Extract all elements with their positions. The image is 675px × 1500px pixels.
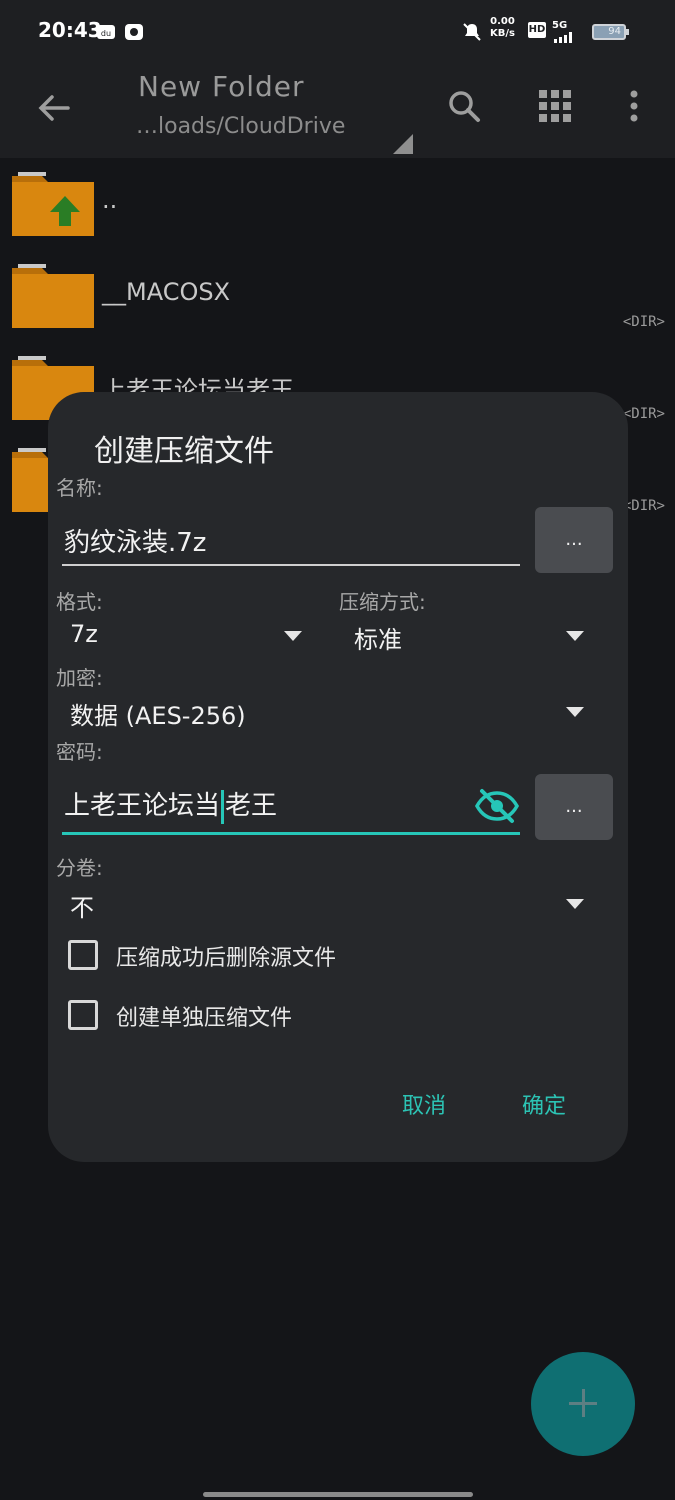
cancel-button[interactable]: 取消: [402, 1088, 446, 1120]
method-caret-icon[interactable]: [566, 631, 584, 641]
status-time: 20:43: [38, 18, 102, 42]
back-arrow-icon[interactable]: [34, 88, 74, 128]
app-notification-icon: du: [97, 25, 115, 39]
split-select[interactable]: 不: [70, 888, 94, 923]
name-label: 名称:: [56, 476, 103, 500]
folder-up-icon: [12, 172, 94, 236]
password-underline: [62, 832, 520, 835]
more-options-icon[interactable]: [614, 86, 654, 126]
encrypt-select[interactable]: 数据 (AES-256): [70, 696, 246, 731]
list-item[interactable]: __MACOSX <DIR>: [0, 250, 675, 342]
path-dropdown-indicator[interactable]: [393, 134, 413, 154]
folder-icon: [12, 264, 94, 328]
folder-path[interactable]: …loads/CloudDrive: [136, 114, 345, 139]
name-input[interactable]: 豹纹泳装.7z: [64, 522, 206, 559]
battery-icon: 94: [592, 24, 629, 40]
delete-source-checkbox[interactable]: [68, 940, 98, 970]
delete-source-label[interactable]: 压缩成功后删除源文件: [116, 940, 336, 972]
visibility-off-icon[interactable]: [474, 788, 520, 824]
home-indicator[interactable]: [203, 1492, 473, 1497]
grid-view-icon[interactable]: [535, 86, 575, 126]
method-select[interactable]: 标准: [354, 620, 402, 655]
signal-icon: 5G: [552, 20, 582, 44]
app-bar: New Folder …loads/CloudDrive: [0, 64, 675, 158]
split-caret-icon[interactable]: [566, 899, 584, 909]
name-underline: [62, 564, 520, 566]
dialog-title: 创建压缩文件: [94, 434, 274, 469]
search-icon[interactable]: [444, 86, 484, 126]
text-cursor: [221, 789, 225, 824]
dir-tag: <DIR>: [622, 406, 665, 422]
password-label: 密码:: [56, 740, 103, 764]
file-name: __MACOSX: [102, 278, 231, 306]
ok-button[interactable]: 确定: [522, 1088, 566, 1120]
list-item[interactable]: ..: [0, 158, 675, 250]
password-input[interactable]: 上老王论坛当 老王: [64, 785, 277, 824]
format-caret-icon[interactable]: [284, 631, 302, 641]
photo-app-icon: [125, 24, 143, 40]
create-archive-dialog: 创建压缩文件 名称: 豹纹泳装.7z ... 格式: 7z 压缩方式: 标准 加…: [48, 392, 628, 1162]
separate-archive-label[interactable]: 创建单独压缩文件: [116, 1000, 292, 1032]
encrypt-caret-icon[interactable]: [566, 707, 584, 717]
svg-text:du: du: [101, 29, 111, 38]
method-label: 压缩方式:: [339, 590, 426, 614]
name-browse-button[interactable]: ...: [535, 507, 613, 573]
network-speed: 0.00 KB/s: [490, 16, 515, 39]
status-bar: 20:43 du 0.00 KB/s HD 5G 94: [0, 0, 675, 64]
dir-tag: <DIR>: [622, 498, 665, 514]
mute-bell-icon: [463, 23, 481, 41]
format-select[interactable]: 7z: [70, 620, 98, 648]
separate-archive-checkbox[interactable]: [68, 1000, 98, 1030]
split-label: 分卷:: [56, 856, 103, 880]
file-name: ..: [102, 186, 118, 214]
folder-title: New Folder: [138, 70, 305, 103]
encrypt-label: 加密:: [56, 666, 103, 690]
format-label: 格式:: [56, 590, 103, 614]
dir-tag: <DIR>: [622, 314, 665, 330]
hd-indicator: HD: [528, 22, 546, 38]
password-options-button[interactable]: ...: [535, 774, 613, 840]
add-fab-button[interactable]: [531, 1352, 635, 1456]
